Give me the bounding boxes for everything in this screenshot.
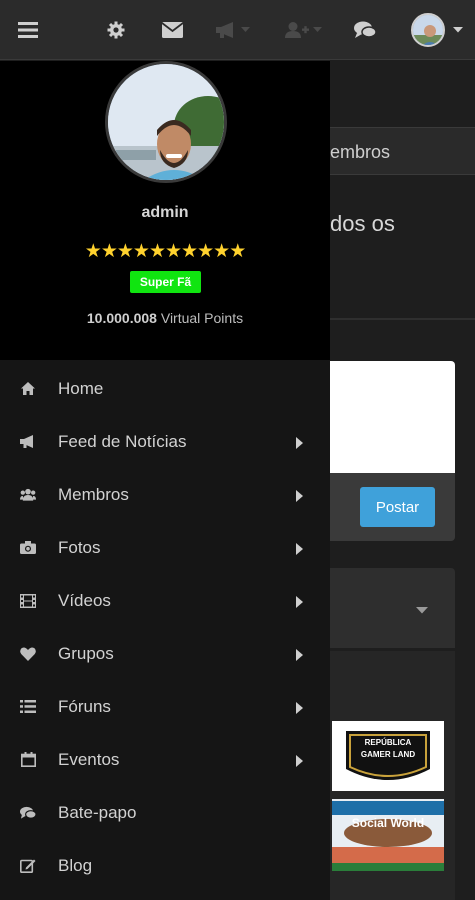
- home-icon: [20, 381, 36, 397]
- group-thumbnail[interactable]: Social World: [332, 799, 444, 871]
- profile-avatar[interactable]: [105, 61, 227, 183]
- members-tab[interactable]: embros: [330, 127, 475, 175]
- chevron-right-icon[interactable]: [296, 596, 303, 608]
- feed-card-header: [330, 568, 455, 648]
- profile-panel: admin ★ ★ ★ ★ ★ ★ ★ ★ ★ ★ Super Fã 10.000.008 Vir…: [0, 61, 330, 360]
- post-button[interactable]: Postar: [360, 487, 435, 527]
- group-thumbnail-text: Social World: [351, 816, 425, 830]
- rank-badge: Super Fã: [130, 271, 201, 293]
- menu-item-home[interactable]: Home: [0, 362, 330, 415]
- menu-item-label: Blog: [58, 855, 93, 875]
- chevron-right-icon[interactable]: [296, 755, 303, 767]
- camera-icon: [20, 540, 36, 556]
- hamburger-menu-icon[interactable]: [17, 16, 39, 44]
- menu-item-membros[interactable]: Membros: [0, 468, 330, 521]
- envelope-icon[interactable]: [161, 16, 183, 44]
- menu-item-label: Fóruns: [58, 696, 111, 716]
- users-icon: [20, 487, 36, 503]
- menu-item-label: Home: [58, 378, 104, 398]
- star-icon: ★: [229, 241, 246, 262]
- divider: [330, 318, 475, 320]
- menu-item-fotos[interactable]: Fotos: [0, 521, 330, 574]
- avatar: [411, 13, 445, 47]
- chevron-right-icon[interactable]: [296, 543, 303, 555]
- menu-item-blog[interactable]: Blog: [0, 839, 330, 892]
- star-icon: ★: [197, 241, 214, 262]
- film-icon: [20, 593, 36, 609]
- chevron-right-icon[interactable]: [296, 702, 303, 714]
- chevron-right-icon[interactable]: [296, 649, 303, 661]
- star-icon: ★: [181, 241, 198, 262]
- star-icon: ★: [100, 241, 118, 262]
- menu-item-label: Grupos: [58, 643, 114, 663]
- list-icon: [20, 699, 36, 715]
- chevron-down-icon[interactable]: [416, 601, 428, 619]
- menu-item-label: Feed de Notícias: [58, 431, 187, 451]
- group-thumbnail[interactable]: REPÚBLICA GAMER LAND: [332, 721, 444, 791]
- chevron-right-icon[interactable]: [296, 490, 303, 502]
- calendar-icon: [20, 752, 36, 768]
- chat-bubbles-icon: [20, 805, 36, 821]
- members-tab-label: embros: [330, 142, 391, 162]
- top-navbar: [0, 0, 475, 60]
- menu-item-grupos[interactable]: Grupos: [0, 627, 330, 680]
- menu-item-label: Membros: [58, 484, 129, 504]
- background-page: embros dos os Postar REPÚBLICA GAMER LAN…: [330, 61, 475, 900]
- menu-item-foruns[interactable]: Fóruns: [0, 680, 330, 733]
- group-thumbnail-text: REPÚBLICA GAMER LAND: [360, 738, 416, 759]
- megaphone-icon: [20, 434, 36, 450]
- star-icon: ★: [84, 241, 102, 262]
- points-value: 10.000.008: [86, 310, 157, 326]
- profile-username[interactable]: admin: [0, 204, 330, 222]
- rank-stars: ★ ★ ★ ★ ★ ★ ★ ★ ★ ★: [0, 242, 330, 261]
- star-icon: ★: [165, 241, 182, 262]
- drawer-menu: Home Feed de Notícias Membros Fotos Vídeos Gr…: [0, 362, 330, 892]
- megaphone-icon[interactable]: [212, 16, 252, 44]
- add-user-icon[interactable]: [282, 16, 324, 44]
- menu-item-eventos[interactable]: Eventos: [0, 733, 330, 786]
- star-icon: ★: [132, 241, 150, 262]
- post-composer-input[interactable]: [330, 361, 455, 473]
- star-icon: ★: [116, 241, 134, 262]
- menu-item-label: Eventos: [58, 749, 120, 769]
- menu-item-bate-papo[interactable]: Bate-papo: [0, 786, 330, 839]
- user-menu[interactable]: [407, 13, 467, 47]
- menu-item-label: Bate-papo: [58, 802, 137, 822]
- star-icon: ★: [148, 241, 166, 262]
- menu-item-label: Vídeos: [58, 590, 111, 610]
- heart-icon: [20, 646, 36, 662]
- side-drawer: admin ★ ★ ★ ★ ★ ★ ★ ★ ★ ★ Super Fã 10.000.008 Vir…: [0, 61, 330, 900]
- chat-bubbles-icon[interactable]: [354, 16, 376, 44]
- menu-item-label: Fotos: [58, 537, 101, 557]
- menu-item-feed-de-noticias[interactable]: Feed de Notícias: [0, 415, 330, 468]
- star-icon: ★: [213, 241, 230, 262]
- page-heading: dos os: [330, 211, 395, 236]
- virtual-points: 10.000.008 Virtual Points: [0, 310, 330, 326]
- points-label: Virtual Points: [160, 310, 244, 326]
- gear-icon[interactable]: [106, 16, 126, 44]
- menu-item-videos[interactable]: Vídeos: [0, 574, 330, 627]
- chevron-right-icon[interactable]: [296, 437, 303, 449]
- edit-icon: [20, 858, 36, 874]
